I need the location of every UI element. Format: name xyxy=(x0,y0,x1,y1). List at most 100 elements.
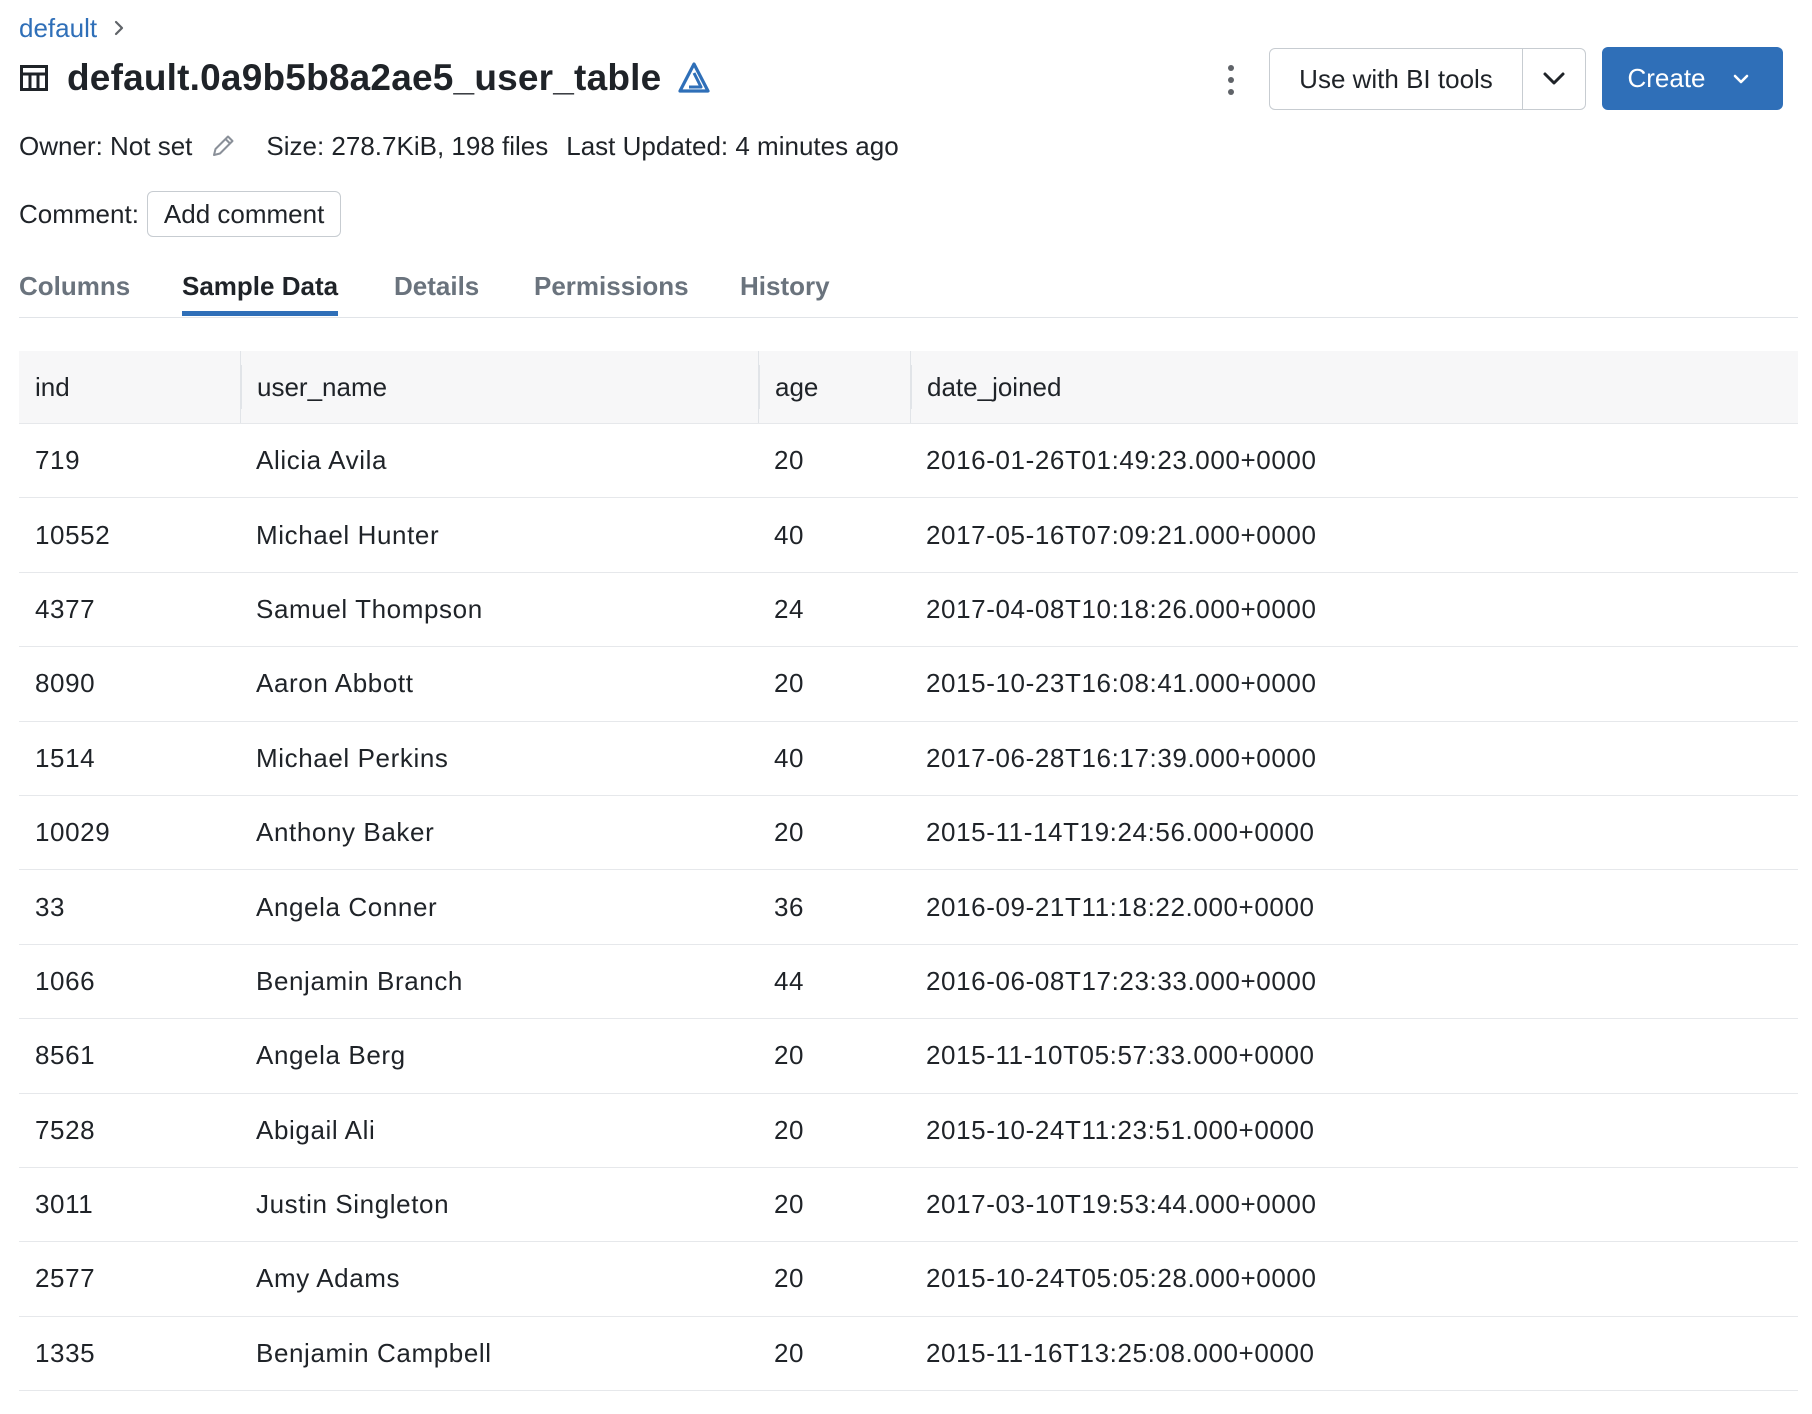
cell-user-name: Anthony Baker xyxy=(256,817,435,848)
delta-lake-icon xyxy=(677,61,711,95)
cell-user-name: Michael Perkins xyxy=(256,742,449,773)
table-row: 1066 Benjamin Branch 44 2016-06-08T17:23:33… xyxy=(19,945,1798,1020)
cell-ind: 1066 xyxy=(35,965,96,996)
edit-owner-pencil-icon[interactable] xyxy=(208,131,238,161)
cell-ind: 3011 xyxy=(35,1189,94,1220)
cell-user-name: Justin Singleton xyxy=(256,1189,450,1220)
cell-date-joined: 2015-10-23T16:08:41.000+0000 xyxy=(926,668,1317,699)
cell-age: 44 xyxy=(774,965,805,996)
size-text: Size: 278.7KiB, 198 files xyxy=(266,130,549,161)
title-row: default.0a9b5b8a2ae5_user_table xyxy=(19,50,711,106)
cell-user-name: Aaron Abbott xyxy=(256,668,414,699)
cell-age: 20 xyxy=(774,817,805,848)
cell-ind: 8090 xyxy=(35,668,96,699)
tab-details[interactable]: Details xyxy=(394,265,479,316)
cell-ind: 33 xyxy=(35,891,66,922)
cell-age: 24 xyxy=(774,593,805,624)
cell-ind: 7528 xyxy=(35,1114,96,1145)
cell-user-name: Amy Adams xyxy=(256,1263,401,1294)
cell-age: 36 xyxy=(774,891,805,922)
table-row: 1335 Benjamin Campbell 20 2015-11-16T13:25:… xyxy=(19,1317,1798,1392)
cell-user-name: Alicia Avila xyxy=(256,445,388,476)
tab-history[interactable]: History xyxy=(740,265,830,316)
cell-age: 20 xyxy=(774,668,805,699)
cell-date-joined: 2017-06-28T16:17:39.000+0000 xyxy=(926,742,1317,773)
cell-ind: 1514 xyxy=(35,742,96,773)
more-options-button[interactable] xyxy=(1218,60,1244,100)
cell-user-name: Michael Hunter xyxy=(256,519,440,550)
bi-tools-dropdown-button[interactable] xyxy=(1523,49,1585,109)
tab-columns[interactable]: Columns xyxy=(19,265,130,316)
cell-date-joined: 2016-06-08T17:23:33.000+0000 xyxy=(926,965,1317,996)
cell-date-joined: 2017-05-16T07:09:21.000+0000 xyxy=(926,519,1317,550)
kebab-menu-icon xyxy=(1228,65,1234,71)
cell-ind: 719 xyxy=(35,445,81,476)
cell-age: 20 xyxy=(774,1189,805,1220)
cell-age: 40 xyxy=(774,742,805,773)
breadcrumb-link-default[interactable]: default xyxy=(19,13,97,44)
tab-sample-data[interactable]: Sample Data xyxy=(182,265,339,316)
table-header: ind user_name age date_joined xyxy=(19,351,1798,424)
table-row: 8090 Aaron Abbott 20 2015-10-23T16:08:41.00… xyxy=(19,647,1798,722)
cell-ind: 10029 xyxy=(35,817,111,848)
column-header-age[interactable]: age xyxy=(758,351,910,423)
use-with-bi-tools-button[interactable]: Use with BI tools xyxy=(1270,49,1523,109)
table-row: 10029 Anthony Baker 20 2015-11-14T19:24:56.… xyxy=(19,796,1798,871)
cell-user-name: Samuel Thompson xyxy=(256,593,483,624)
table-row: 719 Alicia Avila 20 2016-01-26T01:49:23.000… xyxy=(19,424,1798,499)
last-updated-text: Last Updated: 4 minutes ago xyxy=(566,130,899,161)
table-row: 1514 Michael Perkins 40 2017-06-28T16:17:39… xyxy=(19,722,1798,796)
cell-ind: 2577 xyxy=(35,1263,96,1294)
create-button[interactable]: Create xyxy=(1602,47,1783,110)
cell-age: 20 xyxy=(774,1337,805,1368)
cell-user-name: Benjamin Campbell xyxy=(256,1337,492,1368)
cell-age: 40 xyxy=(774,519,805,550)
add-comment-button[interactable]: Add comment xyxy=(146,191,342,237)
table-row: 33 Angela Conner 36 2016-09-21T11:18:22.000… xyxy=(19,870,1798,945)
column-header-ind[interactable]: ind xyxy=(19,351,240,423)
table-metadata: Owner: Not set Size: 278.7KiB, 198 files… xyxy=(19,126,899,166)
column-header-user-name[interactable]: user_name xyxy=(240,351,758,423)
table-row: 7528 Abigail Ali 20 2015-10-24T11:23:51.000… xyxy=(19,1094,1798,1168)
cell-date-joined: 2015-11-10T05:57:33.000+0000 xyxy=(926,1040,1315,1071)
table-icon xyxy=(19,63,49,93)
create-button-label: Create xyxy=(1627,63,1706,93)
tab-bar: Columns Sample Data Details Permissions … xyxy=(19,265,1798,318)
cell-date-joined: 2015-11-16T13:25:08.000+0000 xyxy=(926,1337,1315,1368)
kebab-dot xyxy=(1228,89,1234,95)
chevron-down-icon xyxy=(1543,72,1565,85)
cell-user-name: Benjamin Branch xyxy=(256,965,463,996)
breadcrumb: default xyxy=(19,8,129,48)
cell-age: 20 xyxy=(774,445,805,476)
chevron-down-icon xyxy=(1733,74,1748,83)
cell-age: 20 xyxy=(774,1114,805,1145)
cell-age: 20 xyxy=(774,1263,805,1294)
owner-text: Owner: Not set xyxy=(19,130,193,161)
chevron-right-icon xyxy=(109,18,129,38)
cell-date-joined: 2015-10-24T05:05:28.000+0000 xyxy=(926,1263,1317,1294)
table-body: 719 Alicia Avila 20 2016-01-26T01:49:23.000… xyxy=(19,424,1798,1392)
catalog-table-page: default default.0a9b5b8a2ae5_user_table xyxy=(0,0,1812,1414)
cell-age: 20 xyxy=(774,1040,805,1071)
cell-date-joined: 2017-04-08T10:18:26.000+0000 xyxy=(926,593,1317,624)
tab-permissions[interactable]: Permissions xyxy=(534,265,689,316)
sample-data-table: ind user_name age date_joined 719 Alicia … xyxy=(19,351,1798,1392)
table-row: 2577 Amy Adams 20 2015-10-24T05:05:28.000+0… xyxy=(19,1242,1798,1317)
cell-date-joined: 2016-01-26T01:49:23.000+0000 xyxy=(926,445,1317,476)
column-header-date-joined[interactable]: date_joined xyxy=(910,351,1798,423)
comment-label: Comment: xyxy=(19,198,139,229)
cell-user-name: Abigail Ali xyxy=(256,1114,376,1145)
cell-date-joined: 2017-03-10T19:53:44.000+0000 xyxy=(926,1189,1317,1220)
cell-ind: 1335 xyxy=(35,1337,96,1368)
comment-row: Comment: Add comment xyxy=(19,190,342,238)
bi-tools-split-button: Use with BI tools xyxy=(1269,48,1586,110)
table-row: 8561 Angela Berg 20 2015-11-10T05:57:33.000… xyxy=(19,1019,1798,1094)
page-title: default.0a9b5b8a2ae5_user_table xyxy=(67,57,662,98)
table-row: 3011 Justin Singleton 20 2017-03-10T19:53:4… xyxy=(19,1168,1798,1243)
cell-ind: 8561 xyxy=(35,1040,96,1071)
table-row: 10552 Michael Hunter 40 2017-05-16T07:09:21… xyxy=(19,498,1798,573)
cell-ind: 4377 xyxy=(35,593,96,624)
cell-date-joined: 2015-10-24T11:23:51.000+0000 xyxy=(926,1114,1315,1145)
cell-user-name: Angela Berg xyxy=(256,1040,406,1071)
cell-user-name: Angela Conner xyxy=(256,891,438,922)
